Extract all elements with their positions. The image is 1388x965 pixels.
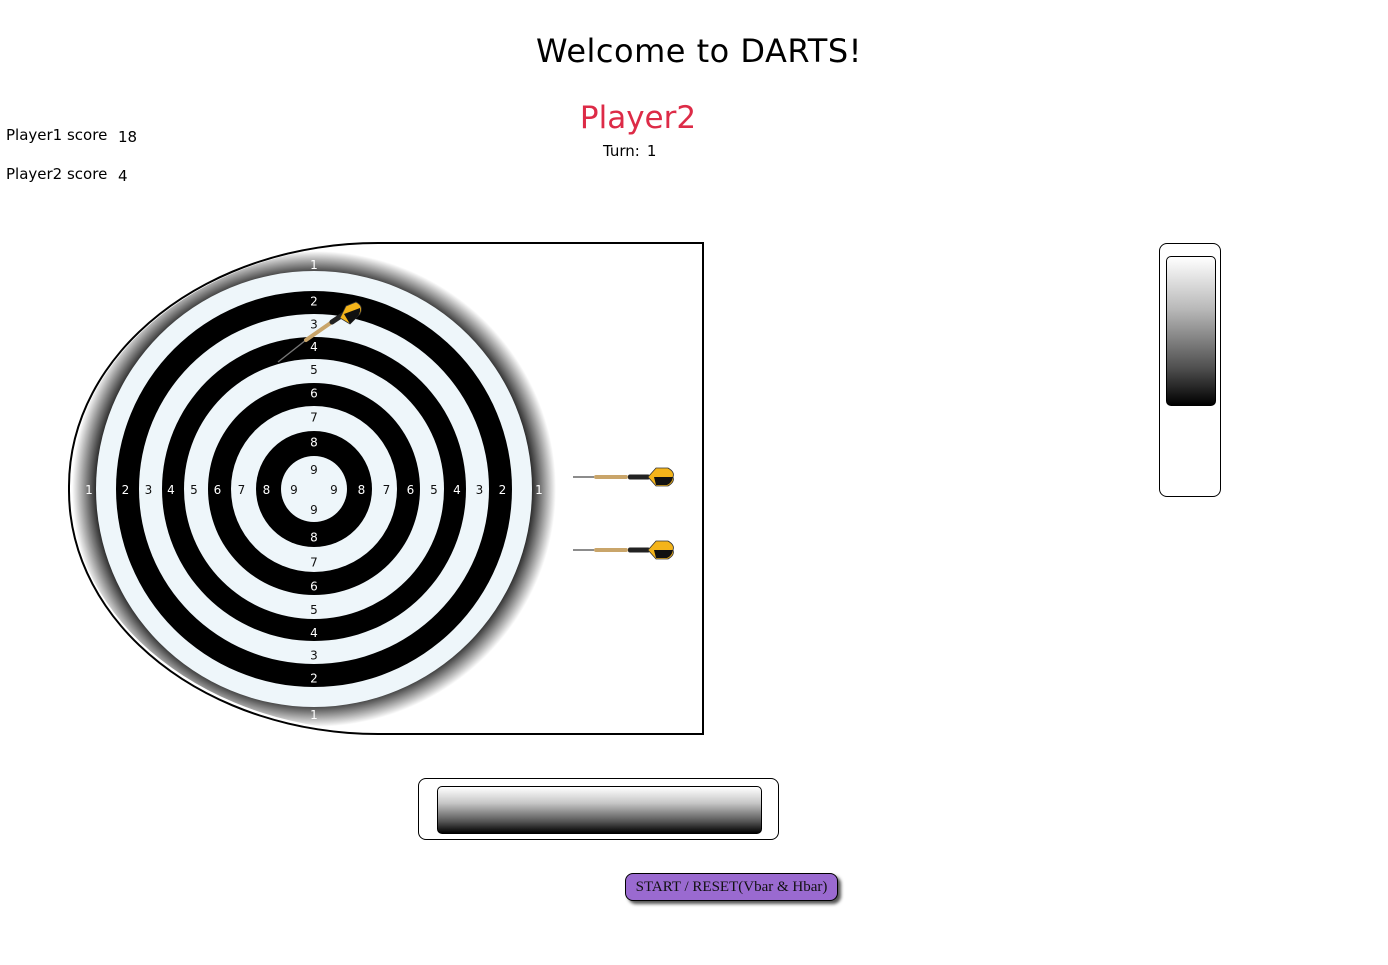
ring-number-label: 5	[190, 483, 198, 497]
page-title: Welcome to DARTS!	[536, 32, 862, 70]
ring-number-label: 8	[310, 436, 318, 450]
ring-number-label: 3	[310, 318, 318, 332]
turn-indicator: Turn: 1	[603, 142, 656, 160]
ring-number-label: 8	[358, 483, 366, 497]
ring-number-label: 1	[85, 483, 93, 497]
ring-number-label: 2	[499, 483, 507, 497]
player1-score-row: Player1 score 18	[6, 126, 137, 146]
ring-number-label: 2	[310, 295, 318, 309]
ring-number-label: 1	[310, 258, 318, 272]
ring-number-label: 5	[310, 363, 318, 377]
ring-number-label: 1	[535, 483, 543, 497]
turn-label: Turn:	[603, 142, 640, 160]
turn-value: 1	[646, 142, 657, 160]
ring-number-label: 8	[310, 531, 318, 545]
player1-score-value: 18	[118, 128, 138, 146]
ring-number-label: 4	[453, 483, 461, 497]
ring-number-label: 3	[476, 483, 484, 497]
ring-number-label: 2	[122, 483, 130, 497]
horizontal-power-bar[interactable]	[437, 786, 762, 834]
ring-number-label: 4	[167, 483, 175, 497]
dart-remaining-1	[573, 467, 674, 487]
ring-number-label: 7	[310, 411, 318, 425]
ring-number-label: 6	[310, 387, 318, 401]
ring-number-label: 9	[310, 503, 318, 517]
ring-number-label: 3	[145, 483, 153, 497]
player1-score-label: Player1 score	[6, 126, 108, 144]
start-reset-button[interactable]: START / RESET(Vbar & Hbar)	[625, 873, 838, 901]
darts-game: Welcome to DARTS! Player2 Turn: 1 Player1…	[0, 0, 1388, 965]
ring-number-label: 4	[310, 340, 318, 354]
vertical-power-bar[interactable]	[1166, 256, 1216, 406]
ring-number-label: 2	[310, 672, 318, 686]
ring-number-label: 4	[310, 626, 318, 640]
ring-number-label: 8	[263, 483, 271, 497]
ring-number-label: 3	[310, 649, 318, 663]
ring-number-label: 5	[310, 603, 318, 617]
ring-number-label: 6	[310, 580, 318, 594]
ring-number-label: 7	[238, 483, 246, 497]
ring-number-label: 9	[310, 463, 318, 477]
ring-number-label: 1	[310, 708, 318, 722]
player2-score-label: Player2 score	[6, 165, 108, 183]
player2-score-row: Player2 score 4	[6, 165, 128, 185]
ring-number-label: 5	[430, 483, 438, 497]
current-player-name: Player2	[579, 100, 697, 136]
ring-number-label: 9	[330, 483, 338, 497]
ring-number-label: 6	[214, 483, 222, 497]
ring-number-label: 7	[383, 483, 391, 497]
ring-number-label: 7	[310, 556, 318, 570]
ring-number-label: 9	[290, 483, 298, 497]
player2-score-value: 4	[118, 167, 128, 185]
dart-remaining-2	[573, 540, 674, 560]
ring-number-label: 6	[407, 483, 415, 497]
